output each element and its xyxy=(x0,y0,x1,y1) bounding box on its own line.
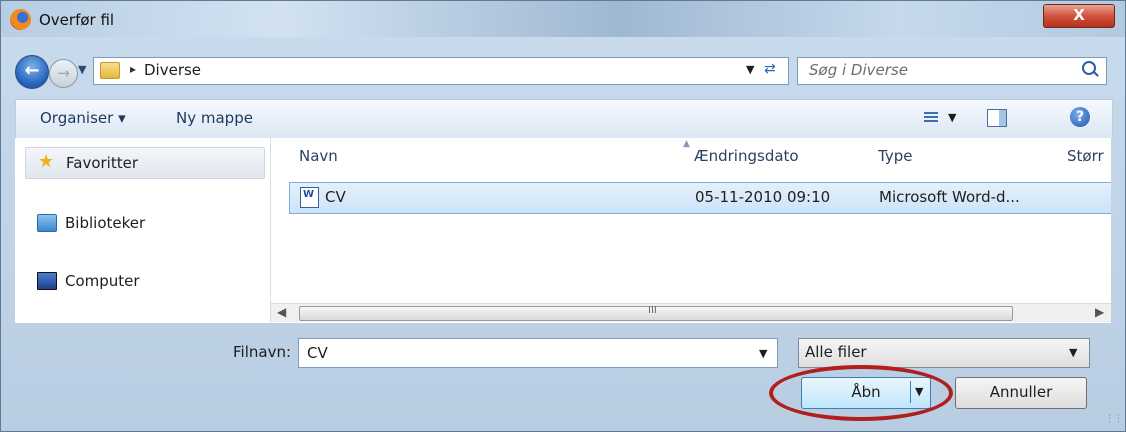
window-title: Overfør fil xyxy=(39,11,115,29)
nav-label: Biblioteker xyxy=(65,214,146,232)
word-document-icon xyxy=(300,187,319,208)
file-row[interactable]: CV 05-11-2010 09:10 Microsoft Word-d... xyxy=(289,182,1111,214)
views-icon[interactable] xyxy=(924,112,938,124)
help-icon[interactable]: ? xyxy=(1070,107,1090,127)
nav-label: Favoritter xyxy=(66,154,138,172)
refresh-icon[interactable]: ⇄ xyxy=(764,61,776,77)
back-button[interactable]: ← xyxy=(15,55,49,89)
file-type: Microsoft Word-d... xyxy=(879,188,1020,206)
organize-menu[interactable]: Organiser ▾ xyxy=(40,109,126,127)
column-header-size[interactable]: Størr xyxy=(1067,147,1104,165)
highlight-annotation xyxy=(769,365,953,421)
views-dropdown-icon[interactable]: ▼ xyxy=(948,111,956,124)
column-header-type[interactable]: Type xyxy=(878,147,912,165)
address-dropdown-icon[interactable]: ▼ xyxy=(746,63,754,76)
scroll-grip: III xyxy=(648,305,657,316)
navigation-pane: ★ Favoritter Biblioteker Computer xyxy=(15,138,271,323)
command-bar: Organiser ▾ Ny mappe ▼ ? xyxy=(15,99,1113,139)
scroll-right-icon[interactable]: ▶ xyxy=(1095,305,1104,319)
column-header-date[interactable]: Ændringsdato xyxy=(694,147,799,165)
new-folder-button[interactable]: Ny mappe xyxy=(176,109,253,127)
library-icon xyxy=(37,214,57,232)
preview-pane-icon[interactable] xyxy=(987,109,1007,127)
forward-button[interactable]: → xyxy=(49,59,78,88)
file-type-dropdown-icon[interactable]: ▼ xyxy=(1069,346,1077,359)
filename-label: Filnavn: xyxy=(233,343,292,361)
file-type-value: Alle filer xyxy=(805,343,867,361)
nav-item-computer[interactable]: Computer xyxy=(25,266,263,296)
history-dropdown-icon[interactable]: ▼ xyxy=(78,63,86,76)
nav-item-favorites[interactable]: ★ Favoritter xyxy=(25,147,265,179)
nav-item-libraries[interactable]: Biblioteker xyxy=(25,208,263,238)
search-placeholder: Søg i Diverse xyxy=(809,61,908,79)
address-box[interactable]: ▸ Diverse ▼ ⇄ xyxy=(93,57,789,85)
file-type-select[interactable]: Alle filer ▼ xyxy=(798,338,1090,368)
folder-icon xyxy=(100,62,120,79)
filename-input[interactable]: CV ▼ xyxy=(298,338,778,368)
title-bar[interactable]: Overfør fil X xyxy=(1,1,1125,37)
nav-label: Computer xyxy=(65,272,140,290)
cancel-button[interactable]: Annuller xyxy=(955,377,1087,409)
horizontal-scrollbar[interactable]: ◀ III ▶ xyxy=(271,303,1111,322)
scroll-left-icon[interactable]: ◀ xyxy=(277,305,286,319)
filename-value: CV xyxy=(307,344,328,362)
column-header-name[interactable]: Navn xyxy=(299,147,338,165)
firefox-icon xyxy=(10,9,31,30)
star-icon: ★ xyxy=(38,151,55,172)
address-bar: ← → ▼ ▸ Diverse ▼ ⇄ Søg i Diverse xyxy=(15,55,1111,89)
file-list: Navn ▲ Ændringsdato Type Størr CV 05-11-… xyxy=(271,138,1111,323)
search-input[interactable]: Søg i Diverse xyxy=(797,57,1107,85)
close-button[interactable]: X xyxy=(1043,4,1115,28)
scroll-thumb[interactable]: III xyxy=(299,305,1013,321)
resize-grip-icon[interactable]: ⋮⋮ xyxy=(1105,414,1123,424)
open-file-dialog: Overfør fil X ← → ▼ ▸ Diverse ▼ ⇄ Søg i … xyxy=(0,0,1126,432)
filename-dropdown-icon[interactable]: ▼ xyxy=(759,347,767,360)
breadcrumb-arrow-icon[interactable]: ▸ xyxy=(130,62,136,76)
file-date: 05-11-2010 09:10 xyxy=(695,188,831,206)
file-name: CV xyxy=(325,188,346,206)
sort-arrow-icon: ▲ xyxy=(683,139,690,149)
search-icon[interactable] xyxy=(1082,61,1096,75)
breadcrumb-diverse[interactable]: Diverse xyxy=(144,61,201,79)
computer-icon xyxy=(37,272,57,290)
